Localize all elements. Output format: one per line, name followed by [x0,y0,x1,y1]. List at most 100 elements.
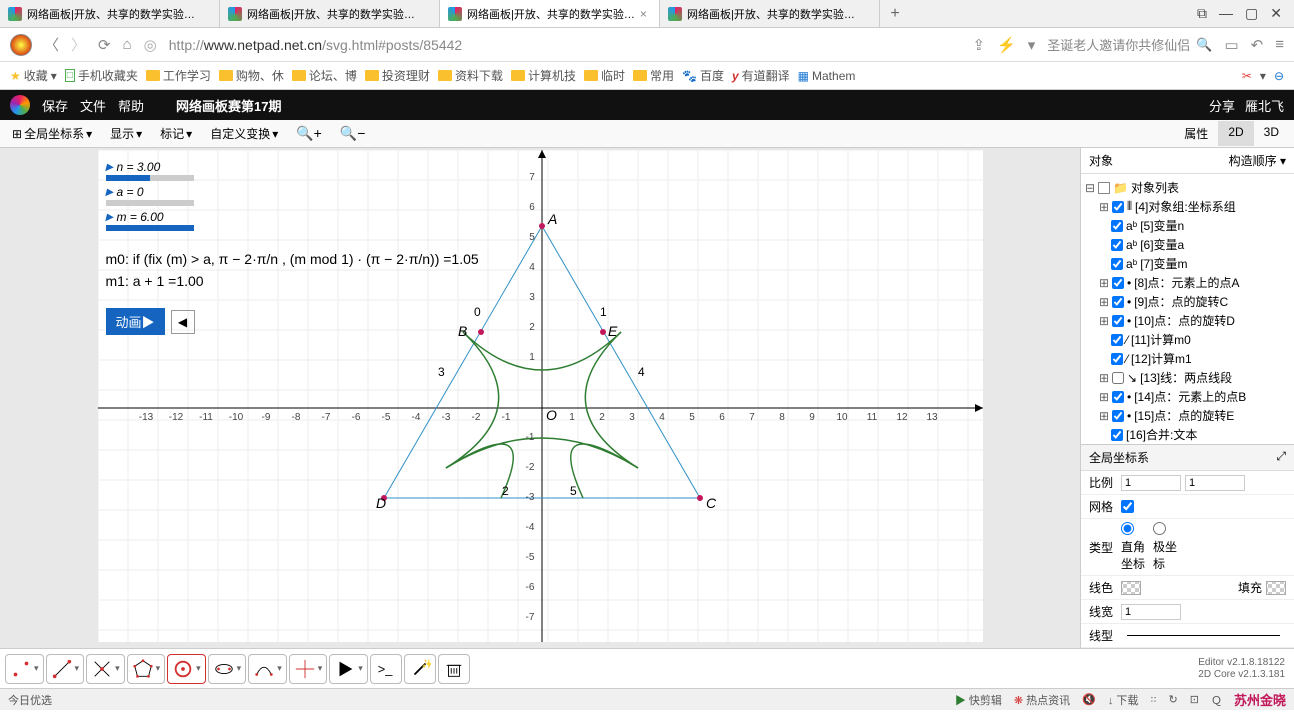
tree-item-5[interactable]: aᵇ[5]变量n [1085,216,1290,235]
var-m[interactable]: ▶ m = 6.00 [106,210,194,231]
tool-terminal[interactable]: >_ [370,654,402,684]
bookmark-baidu[interactable]: 🐾百度 [682,67,724,84]
canvas[interactable]: ABECDO 012345 -13-12-11-10-9-8-7-6-5-4-3… [98,150,983,642]
slider-a[interactable] [106,200,194,206]
tool-intersect[interactable]: ▾ [86,654,125,684]
undo-icon[interactable]: ↶ [1251,36,1264,54]
flash-icon[interactable]: ⚡ [997,36,1016,54]
zoom-out-icon[interactable]: 🔍− [333,122,373,145]
zoom-in-icon[interactable]: 🔍+ [289,122,329,145]
tree-item-14[interactable]: ⊞•[14]点：元素上的点B [1085,387,1290,406]
order-dropdown[interactable]: 构造顺序 ▾ [1229,152,1286,169]
tool-conic[interactable]: ▾ [208,654,247,684]
tool-coord[interactable]: ▾ [289,654,328,684]
menu-help[interactable]: 帮助 [118,96,144,115]
share-icon[interactable]: ⇪ [972,36,985,54]
chevron-down-icon[interactable]: ▾ [277,663,282,674]
mark-dropdown[interactable]: 标记▾ [153,122,199,145]
bookmark-common[interactable]: 常用 [633,67,674,84]
chevron-down-icon[interactable]: ▾ [358,663,363,674]
bookmark-forum[interactable]: 论坛、博 [292,67,357,84]
coord-dropdown[interactable]: ⊞ 全局坐标系▾ [5,122,99,145]
profile-avatar-icon[interactable] [10,34,32,56]
user-name[interactable]: 雁北飞 [1245,96,1284,115]
visibility-checkbox[interactable] [1111,258,1123,270]
chevron-down-icon[interactable]: ▾ [115,663,120,674]
fill-swatch[interactable] [1266,581,1286,595]
visibility-checkbox[interactable] [1111,239,1123,251]
tool-point[interactable]: ▾ [5,654,44,684]
sys-icon-3[interactable]: ⊡ [1190,693,1199,706]
linewidth-input[interactable] [1121,604,1181,620]
bookmark-shop[interactable]: 购物、休 [219,67,284,84]
quick-cut[interactable]: ▶ 快剪辑 [955,692,1002,708]
tool-play[interactable]: ▾ [329,654,368,684]
browser-tab-2[interactable]: 网络画板|开放、共享的数学实验… [220,0,440,27]
visibility-checkbox[interactable] [1112,391,1124,403]
tool-polygon[interactable]: ▾ [127,654,166,684]
mute-icon[interactable]: 🔇 [1082,693,1096,706]
extension-icon[interactable]: ⊖ [1274,69,1284,83]
panel-icon[interactable]: ⧉ [1197,5,1207,22]
scale-x-input[interactable] [1121,475,1181,491]
chevron-down-icon[interactable]: ▾ [237,663,242,674]
linestyle-preview[interactable] [1127,635,1280,636]
tree-item-15[interactable]: ⊞•[15]点：点的旋转E [1085,406,1290,425]
reload-icon[interactable]: ⟳ [98,36,111,54]
slider-n[interactable] [106,175,194,181]
bookmark-temp[interactable]: 临时 [584,67,625,84]
tool-delete[interactable] [438,654,470,684]
var-n[interactable]: ▶ n = 3.00 [106,160,194,181]
download-status[interactable]: ↓ 下载 [1108,692,1139,708]
tree-item-6[interactable]: aᵇ[6]变量a [1085,235,1290,254]
expand-icon[interactable]: ⤢ [1276,449,1286,466]
browser-tab-3-active[interactable]: 网络画板|开放、共享的数学实验…× [440,0,660,27]
tree-item-7[interactable]: aᵇ[7]变量m [1085,254,1290,273]
bookmark-youdao[interactable]: y有道翻译 [732,67,790,84]
share-link[interactable]: 分享 [1209,96,1235,115]
minimize-icon[interactable]: — [1219,5,1233,22]
tool-arc[interactable]: ▾ [248,654,287,684]
tab-properties[interactable]: 属性 [1174,121,1218,146]
today-featured[interactable]: 今日优选 [8,692,52,708]
tree-item-10[interactable]: ⊞•[10]点：点的旋转D [1085,311,1290,330]
tool-circle[interactable]: ▾ [167,654,206,684]
tree-item-16[interactable]: [16]合并:文本 [1085,425,1290,444]
tree-item-11[interactable]: ⁄[11]计算m0 [1085,330,1290,349]
sys-icon-1[interactable]: ꞉꞉ [1150,694,1156,706]
tool-magic[interactable]: ✨ [404,654,436,684]
transform-dropdown[interactable]: 自定义变换▾ [203,122,285,145]
object-tree[interactable]: ⊟📁对象列表 ⊞⫴[4]对象组:坐标系组 aᵇ[5]变量n aᵇ[6]变量a a… [1081,174,1294,444]
tree-root[interactable]: ⊟📁对象列表 [1085,178,1290,197]
show-dropdown[interactable]: 显示▾ [103,122,149,145]
tab-3d[interactable]: 3D [1254,121,1289,146]
grid-checkbox[interactable] [1121,500,1134,513]
tree-item-12[interactable]: ⁄[12]计算m1 [1085,349,1290,368]
app-logo-icon[interactable] [10,95,30,115]
chevron-down-icon[interactable]: ▾ [75,663,80,674]
scale-y-input[interactable] [1185,475,1245,491]
visibility-checkbox[interactable] [1112,315,1124,327]
new-tab-button[interactable]: + [880,5,910,23]
tree-item-13[interactable]: ⊞↘[13]线：两点线段 [1085,368,1290,387]
tree-item-4[interactable]: ⊞⫴[4]对象组:坐标系组 [1085,197,1290,216]
search-box[interactable]: 圣诞老人邀请你共修仙侣 🔍 [1047,35,1212,54]
linecolor-swatch[interactable] [1121,581,1141,595]
menu-icon[interactable]: ≡ [1275,36,1284,53]
tool-line[interactable]: ▾ [46,654,85,684]
chevron-down-icon[interactable]: ▾ [1260,69,1266,83]
bookmark-mathem[interactable]: ▦Mathem [798,69,856,83]
chevron-down-icon[interactable]: ▾ [34,663,39,674]
maximize-icon[interactable]: ▢ [1245,5,1258,22]
visibility-checkbox[interactable] [1111,334,1123,346]
visibility-checkbox[interactable] [1112,201,1124,213]
bookmark-computer[interactable]: 计算机技 [511,67,576,84]
chevron-down-icon[interactable]: ▾ [1028,36,1036,54]
hot-news[interactable]: ❋ 热点资讯 [1014,692,1070,708]
sys-icon-2[interactable]: ↻ [1169,693,1178,706]
tree-item-9[interactable]: ⊞•[9]点：点的旋转C [1085,292,1290,311]
visibility-checkbox[interactable] [1111,353,1123,365]
chevron-down-icon[interactable]: ▾ [318,663,323,674]
bookmark-invest[interactable]: 投资理财 [365,67,430,84]
tab-2d[interactable]: 2D [1218,121,1253,146]
